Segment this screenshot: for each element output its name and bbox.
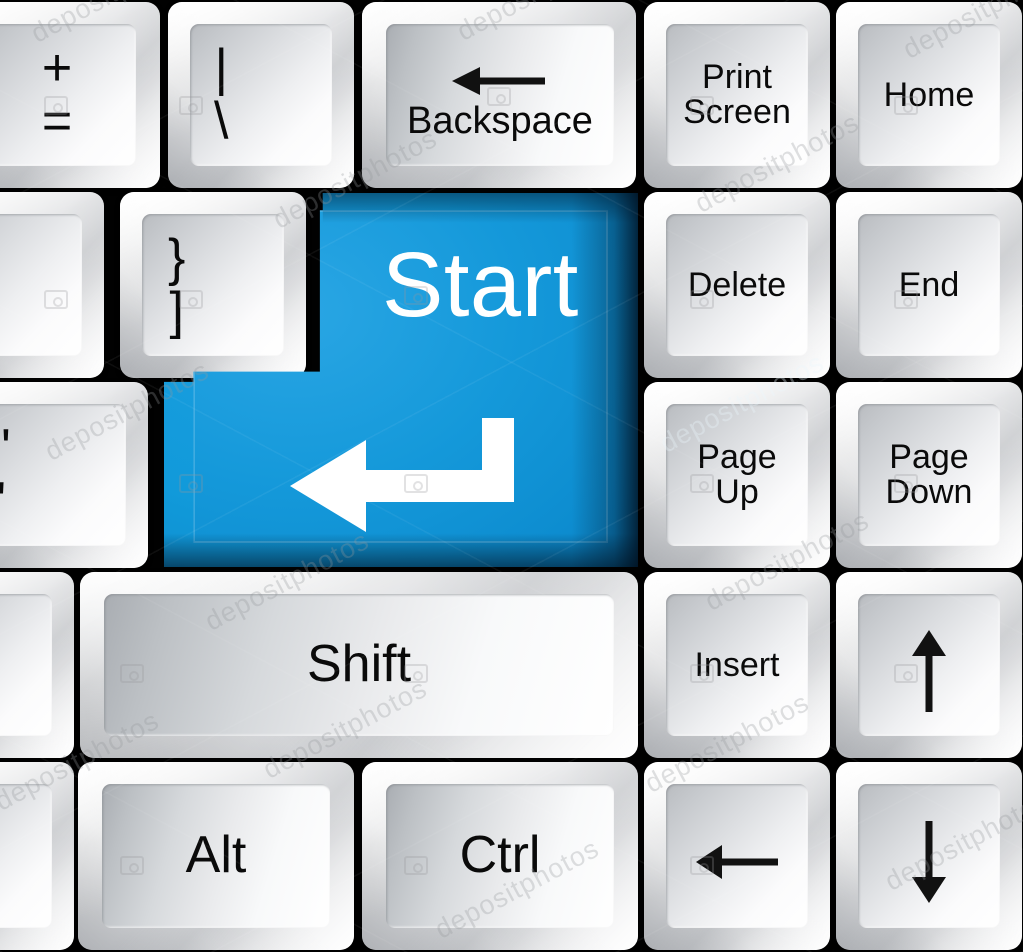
backspace-key-face: Backspace	[386, 24, 614, 166]
keyboard-image: + = | \ Backspace Print Screen Home}] …	[0, 0, 1023, 952]
shift-key[interactable]: Shift	[80, 572, 638, 758]
insert-key-label: Insert	[666, 594, 808, 736]
backspace-key[interactable]: Backspace	[362, 2, 636, 188]
blank-key-left-row5[interactable]	[0, 762, 74, 950]
enter-return-arrow-icon	[164, 382, 638, 567]
page-up-key-label: Page Up	[666, 404, 808, 546]
end-key[interactable]: End	[836, 192, 1022, 378]
delete-key[interactable]: Delete	[644, 192, 830, 378]
arrow-up-key[interactable]	[836, 572, 1022, 758]
start-enter-key[interactable]: Start	[164, 193, 638, 567]
quote-apostrophe-key[interactable]: " '	[0, 382, 148, 568]
down-arrow-icon	[909, 803, 949, 910]
blank-key-left-row2-label	[0, 214, 82, 356]
blank-key-left-row5-label	[0, 784, 52, 928]
pipe-backslash-key[interactable]: | \	[168, 2, 354, 188]
blank-key-left-row4[interactable]	[0, 572, 74, 758]
print-screen-key-label: Print Screen	[666, 24, 808, 166]
arrow-left-key[interactable]	[644, 762, 830, 950]
pipe-backslash-key-label: | \	[190, 24, 332, 166]
page-down-key-label: Page Down	[858, 404, 1000, 546]
home-key-label: Home	[858, 24, 1000, 166]
left-arrow-icon	[450, 49, 550, 100]
home-key[interactable]: Home	[836, 2, 1022, 188]
plus-equals-key-label: + =	[0, 24, 136, 166]
left-arrow-icon	[694, 826, 780, 887]
quote-apostrophe-key-label: " '	[0, 404, 126, 546]
blank-key-left-row4-label	[0, 594, 52, 736]
ctrl-key-label: Ctrl	[386, 784, 614, 928]
shift-key-label: Shift	[104, 594, 614, 736]
up-arrow-icon	[909, 612, 949, 719]
page-down-key[interactable]: Page Down	[836, 382, 1022, 568]
insert-key[interactable]: Insert	[644, 572, 830, 758]
arrow-up-key-face	[858, 594, 1000, 736]
start-label: Start	[381, 233, 579, 336]
alt-key[interactable]: Alt	[78, 762, 354, 950]
delete-key-label: Delete	[666, 214, 808, 356]
backspace-key-label: Backspace	[407, 99, 593, 142]
plus-equals-key[interactable]: + =	[0, 2, 160, 188]
ctrl-key[interactable]: Ctrl	[362, 762, 638, 950]
arrow-left-key-face	[666, 784, 808, 928]
end-key-label: End	[858, 214, 1000, 356]
arrow-down-key-face	[858, 784, 1000, 928]
blank-key-left-row2[interactable]	[0, 192, 104, 378]
alt-key-label: Alt	[102, 784, 330, 928]
page-up-key[interactable]: Page Up	[644, 382, 830, 568]
print-screen-key[interactable]: Print Screen	[644, 2, 830, 188]
arrow-down-key[interactable]	[836, 762, 1022, 950]
